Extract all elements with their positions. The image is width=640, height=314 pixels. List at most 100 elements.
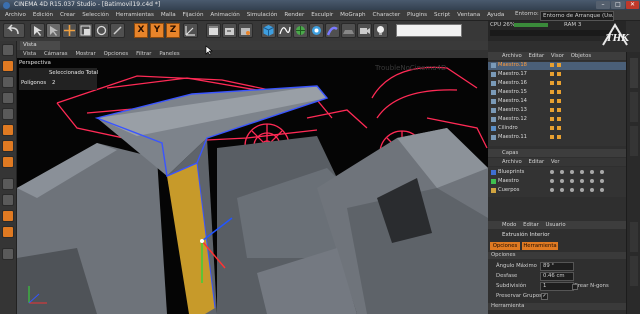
- render-settings-button[interactable]: [238, 23, 253, 38]
- window-title: CINEMA 4D R15.037 Studio - [Batimovil19.…: [14, 1, 161, 8]
- array-button[interactable]: [309, 23, 324, 38]
- close-button[interactable]: ✕: [626, 1, 639, 9]
- maximize-button[interactable]: □: [611, 1, 625, 9]
- menu-fijacion[interactable]: Fijación: [183, 10, 204, 20]
- menu-ayuda[interactable]: Ayuda: [487, 10, 504, 20]
- viewport-menu-vista[interactable]: Vista: [23, 50, 36, 58]
- x-axis-lock-button[interactable]: X: [134, 23, 148, 38]
- menu-character[interactable]: Character: [373, 10, 401, 20]
- viewport-tab[interactable]: Vista: [20, 41, 60, 50]
- z-axis-lock-button[interactable]: Z: [166, 23, 180, 38]
- menu-script[interactable]: Script: [434, 10, 450, 20]
- perspective-viewport[interactable]: TroubleNoCinema4D Perspectiva Selecciona…: [17, 58, 488, 314]
- undo-button[interactable]: [3, 23, 25, 38]
- layout-select[interactable]: Entorno de Arranque (Usuario): [540, 11, 614, 21]
- workplane-button[interactable]: [2, 92, 14, 104]
- menu-seleccion[interactable]: Selección: [82, 10, 109, 20]
- texture-mode-button[interactable]: [2, 76, 14, 88]
- object-menu-editar[interactable]: Editar: [529, 53, 545, 59]
- viewport-menu-camaras[interactable]: Cámaras: [44, 50, 68, 58]
- edges-mode-button[interactable]: [2, 140, 14, 152]
- scale-tool-button[interactable]: [78, 23, 93, 38]
- menu-herramientas[interactable]: Herramientas: [116, 10, 154, 20]
- subdivision-input[interactable]: 1: [540, 282, 574, 291]
- deformer-button[interactable]: [325, 23, 340, 38]
- attr-menu-editar[interactable]: Editar: [523, 222, 539, 228]
- light-bulb-icon: [377, 26, 384, 35]
- coordinate-system-button[interactable]: [183, 23, 198, 38]
- preserve-groups-checkbox[interactable]: ✓: [541, 293, 548, 300]
- attr-tab-opciones[interactable]: Opciones: [490, 242, 520, 250]
- side-tab-objetos[interactable]: [630, 58, 638, 88]
- attr-menu-modo[interactable]: Modo: [502, 222, 516, 228]
- tweak-mode-button[interactable]: [2, 194, 14, 206]
- angle-input[interactable]: 89 °: [540, 262, 574, 271]
- environment-button[interactable]: [341, 23, 356, 38]
- layer-menu-ver[interactable]: Ver: [551, 159, 560, 165]
- create-ngons-checkbox[interactable]: [572, 284, 578, 290]
- layer-menu-archivo[interactable]: Archivo: [502, 159, 522, 165]
- menu-edicion[interactable]: Edición: [33, 10, 53, 20]
- menu-plugins[interactable]: Plugins: [407, 10, 427, 20]
- menu-animacion[interactable]: Animación: [210, 10, 239, 20]
- viewport-menu-filtrar[interactable]: Filtrar: [136, 50, 151, 58]
- render-view-button[interactable]: [206, 23, 221, 38]
- side-tab-contenido[interactable]: [630, 92, 638, 122]
- minimize-button[interactable]: –: [596, 1, 610, 9]
- points-mode-button[interactable]: [2, 124, 14, 136]
- spline-pen-button[interactable]: [277, 23, 292, 38]
- menu-ventana[interactable]: Ventana: [457, 10, 480, 20]
- side-tab-estructura[interactable]: [630, 126, 638, 156]
- menu-simulacion[interactable]: Simulación: [247, 10, 278, 20]
- rotate-tool-button[interactable]: [94, 23, 109, 38]
- cube-object-button[interactable]: [261, 23, 276, 38]
- object-menu-objetos[interactable]: Objetos: [571, 53, 591, 59]
- menu-crear[interactable]: Crear: [60, 10, 75, 20]
- menu-malla[interactable]: Malla: [161, 10, 176, 20]
- snapping-button[interactable]: [2, 210, 14, 222]
- live-select-button[interactable]: [46, 23, 61, 38]
- camera-button[interactable]: [357, 23, 372, 38]
- light-button[interactable]: [373, 23, 388, 38]
- model-mode-button[interactable]: [2, 60, 14, 72]
- side-tab-atributos[interactable]: [630, 222, 638, 252]
- render-picture-viewer-button[interactable]: [222, 23, 237, 38]
- toolbar-text-field[interactable]: [396, 24, 462, 37]
- offset-input[interactable]: 0.46 cm: [540, 272, 574, 281]
- axis-mode-button[interactable]: [2, 108, 14, 120]
- side-tab-capas[interactable]: [630, 256, 638, 286]
- menu-render[interactable]: Render: [284, 10, 304, 20]
- y-axis-lock-button[interactable]: Y: [150, 23, 164, 38]
- object-name: Maestro.11: [498, 134, 527, 140]
- viewport-menu-paneles[interactable]: Paneles: [159, 50, 179, 58]
- array-icon: [312, 26, 321, 35]
- ram-usage: RAM 3: [564, 22, 582, 28]
- layer-name: Maestro: [498, 178, 519, 184]
- angle-label: Ángulo Máximo: [496, 263, 537, 269]
- attr-menu-usuario[interactable]: Usuario: [545, 222, 565, 228]
- attr-tab-herramienta[interactable]: Herramienta: [522, 242, 558, 250]
- viewport-menu-mostrar[interactable]: Mostrar: [75, 50, 95, 58]
- menu-mograph[interactable]: MoGraph: [340, 10, 365, 20]
- workplane-lock-button[interactable]: [2, 226, 14, 238]
- object-menu-archivo[interactable]: Archivo: [502, 53, 522, 59]
- subdivision-surface-button[interactable]: [293, 23, 308, 38]
- move-icon: [64, 25, 75, 36]
- menu-bar: Archivo Edición Crear Selección Herramie…: [0, 10, 640, 21]
- object-name: Cilindro: [498, 125, 518, 131]
- object-name: Maestro.14: [498, 98, 527, 104]
- object-menu-visor[interactable]: Visor: [551, 53, 564, 59]
- move-tool-button[interactable]: [62, 23, 77, 38]
- polygons-mode-button[interactable]: [2, 156, 14, 168]
- menu-esculpir[interactable]: Esculpir: [311, 10, 333, 20]
- recent-tool-button[interactable]: [110, 23, 125, 38]
- object-name: Maestro.12: [498, 116, 527, 122]
- magnet-button[interactable]: [2, 248, 14, 260]
- layer-menu-editar[interactable]: Editar: [529, 159, 545, 165]
- viewport-menu-opciones[interactable]: Opciones: [104, 50, 129, 58]
- polygon-object-icon: [491, 99, 496, 104]
- enable-axis-button[interactable]: [2, 178, 14, 190]
- select-tool-button[interactable]: [30, 23, 45, 38]
- menu-archivo[interactable]: Archivo: [5, 10, 26, 20]
- make-editable-button[interactable]: [2, 44, 14, 56]
